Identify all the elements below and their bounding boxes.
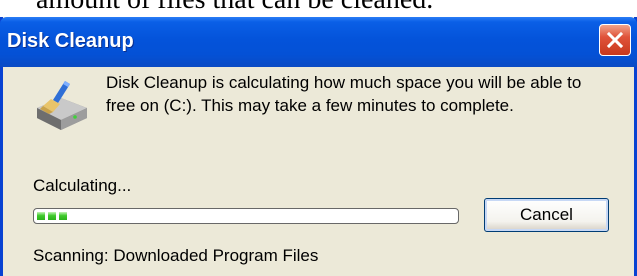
close-icon (606, 31, 624, 49)
progress-bar (33, 208, 459, 224)
progress-bar-fill (37, 212, 67, 220)
title-bar[interactable]: Disk Cleanup (0, 17, 637, 67)
progress-block (48, 212, 56, 220)
background-document-text: amount of files that can be cleaned. (36, 0, 433, 16)
window-title: Disk Cleanup (7, 30, 134, 52)
close-button[interactable] (599, 24, 631, 56)
scanning-status: Scanning: Downloaded Program Files (33, 246, 319, 265)
progress-block (59, 212, 67, 220)
disk-cleanup-icon (37, 81, 87, 130)
status-label: Calculating... (33, 176, 132, 195)
cancel-button[interactable]: Cancel (484, 198, 609, 232)
progress-block (37, 212, 45, 220)
dialog-message: Disk Cleanup is calculating how much spa… (106, 73, 582, 115)
disk-cleanup-dialog: Disk Cleanup (0, 17, 637, 276)
